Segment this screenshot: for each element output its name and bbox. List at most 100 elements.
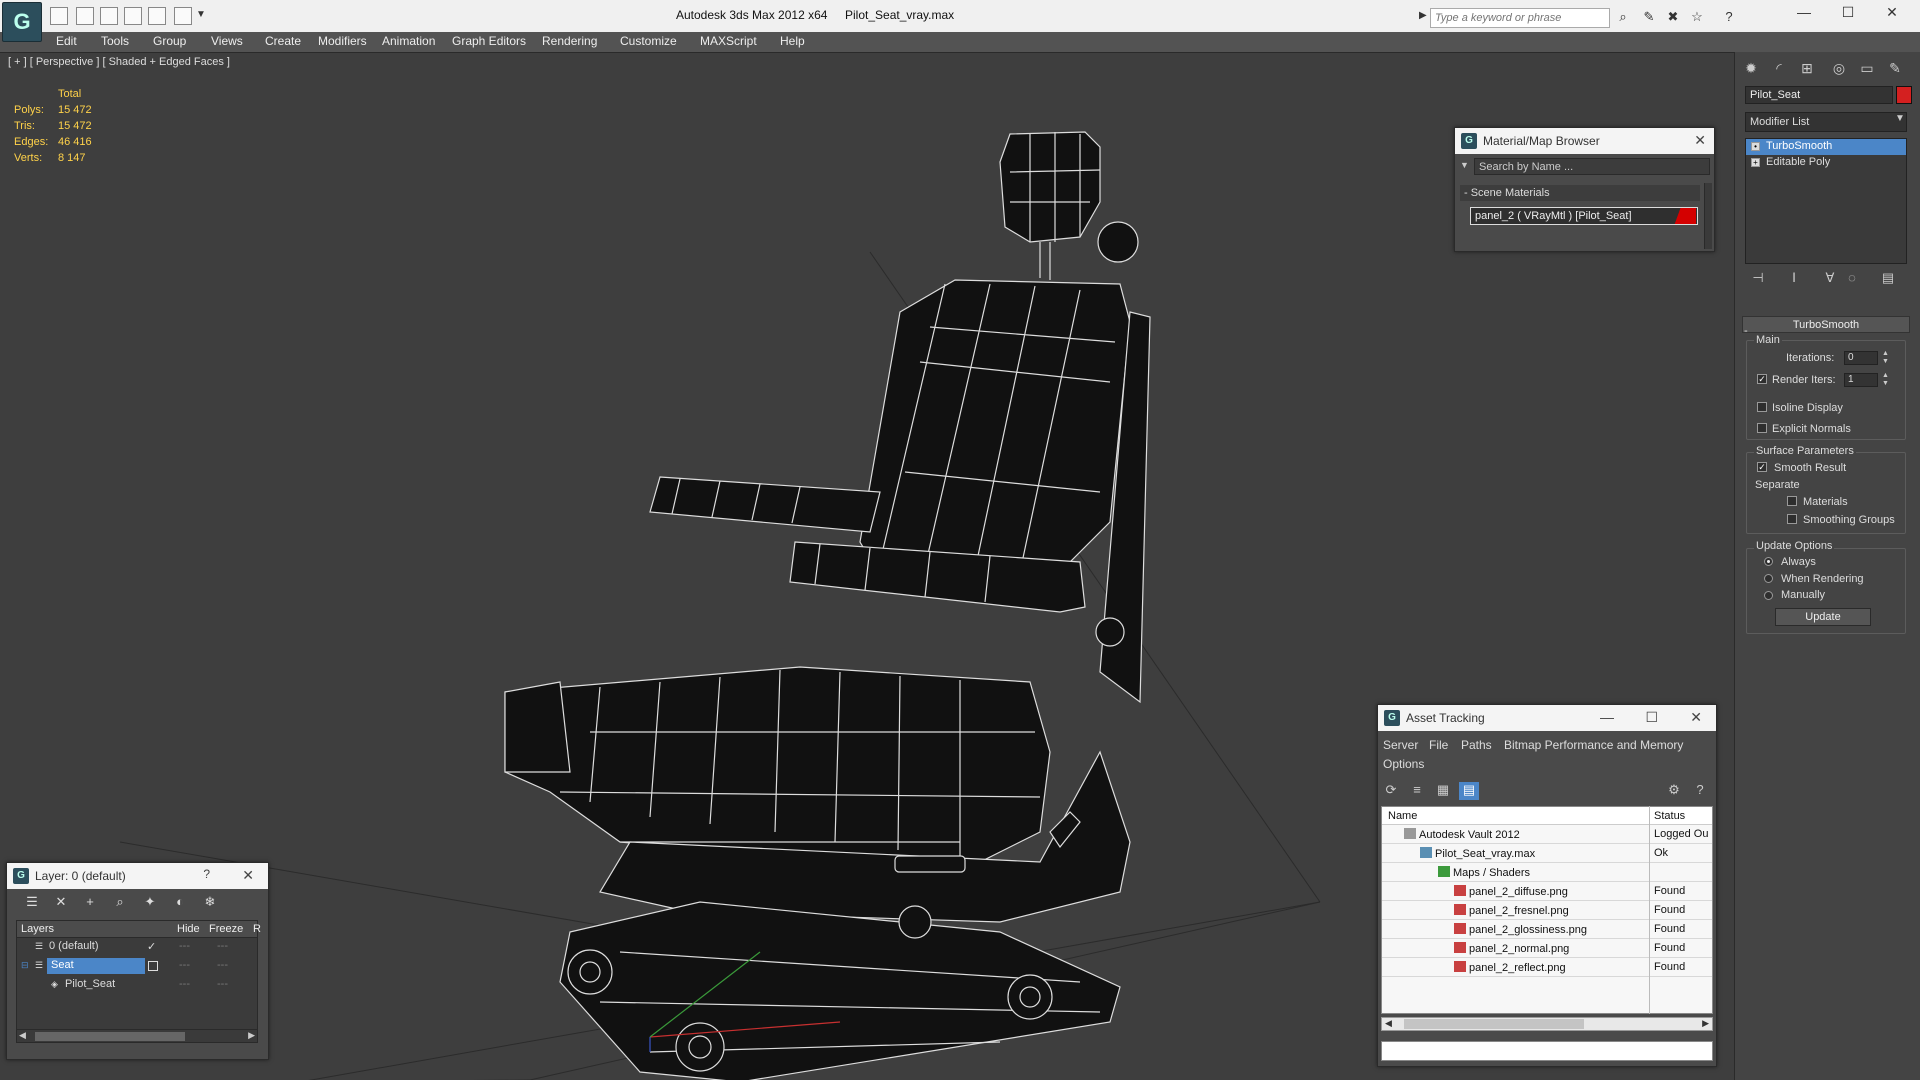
update-button[interactable]: Update <box>1775 608 1871 626</box>
table-row[interactable]: panel_2_reflect.png Found <box>1382 958 1712 977</box>
column-render[interactable]: R <box>253 923 261 935</box>
menu-animation[interactable]: Animation <box>382 34 435 48</box>
minimize-icon[interactable]: — <box>1600 709 1614 725</box>
provider-icon[interactable]: ⚙ <box>1664 782 1684 800</box>
create-tab-icon[interactable]: ✹ <box>1740 60 1762 82</box>
layer-dialog-title-bar[interactable]: G Layer: 0 (default) ? ✕ <box>7 863 268 889</box>
update-always-radio[interactable] <box>1764 557 1773 566</box>
at-menu-options[interactable]: Options <box>1383 757 1424 771</box>
make-unique-icon[interactable]: ∀ <box>1820 270 1840 288</box>
at-menu-server[interactable]: Server <box>1383 738 1418 752</box>
maximize-icon[interactable]: ☐ <box>1828 4 1868 26</box>
menu-edit[interactable]: Edit <box>56 34 77 48</box>
column-name[interactable]: Name <box>1388 810 1417 822</box>
lightbulb-icon[interactable]: • <box>1751 142 1760 151</box>
add-to-layer-icon[interactable]: + <box>80 894 100 912</box>
current-layer-checkbox[interactable] <box>148 961 158 971</box>
column-divider[interactable] <box>1649 806 1650 1014</box>
binoculars-icon[interactable]: ⌕ <box>1614 9 1632 25</box>
app-logo-icon[interactable]: G <box>2 2 42 42</box>
freeze-toggle[interactable]: --- <box>217 978 228 990</box>
table-row[interactable]: panel_2_glossiness.png Found <box>1382 920 1712 939</box>
collapse-icon[interactable]: ⊟ <box>21 960 29 971</box>
menu-maxscript[interactable]: MAXScript <box>700 34 757 48</box>
modifier-list-dropdown[interactable]: Modifier List <box>1745 112 1907 132</box>
hide-toggle[interactable]: --- <box>179 940 190 952</box>
list-view-icon[interactable]: ≡ <box>1407 782 1427 800</box>
turbosmooth-rollout-header[interactable]: TurboSmooth <box>1742 316 1910 333</box>
remove-modifier-icon[interactable]: ◌ <box>1842 270 1862 288</box>
explicit-normals-checkbox[interactable] <box>1757 423 1767 433</box>
layer-row-object[interactable]: ◈ Pilot_Seat --- --- <box>17 976 257 995</box>
table-row[interactable]: Autodesk Vault 2012 Logged Ou <box>1382 825 1712 844</box>
help-icon[interactable]: ? <box>1720 9 1738 25</box>
freeze-all-icon[interactable]: ❄ <box>200 894 220 912</box>
update-manually-radio[interactable] <box>1764 591 1773 600</box>
menu-graph-editors[interactable]: Graph Editors <box>452 34 526 48</box>
hide-toggle[interactable]: --- <box>179 959 190 971</box>
menu-help[interactable]: Help <box>780 34 805 48</box>
scroll-right-icon[interactable]: ▶ <box>1702 1018 1709 1029</box>
column-hide[interactable]: Hide <box>177 923 200 935</box>
column-status[interactable]: Status <box>1654 810 1685 822</box>
maximize-icon[interactable]: ☐ <box>1645 709 1658 726</box>
table-row[interactable]: Pilot_Seat_vray.max Ok <box>1382 844 1712 863</box>
stack-item-editable-poly[interactable]: + Editable Poly <box>1746 155 1906 171</box>
help-icon[interactable]: ? <box>203 867 210 881</box>
freeze-toggle[interactable]: --- <box>217 959 228 971</box>
fetch-icon[interactable] <box>174 7 192 25</box>
browser-scrollbar[interactable] <box>1704 183 1712 249</box>
menu-create[interactable]: Create <box>265 34 301 48</box>
display-tab-icon[interactable]: ▭ <box>1856 60 1878 82</box>
hierarchy-tab-icon[interactable]: ⊞ <box>1796 60 1818 82</box>
close-icon[interactable]: ✕ <box>1694 132 1706 149</box>
material-browser-title-bar[interactable]: G Material/Map Browser ✕ <box>1455 128 1714 154</box>
close-icon[interactable]: ✕ <box>1872 4 1912 26</box>
motion-tab-icon[interactable]: ◎ <box>1828 60 1850 82</box>
hide-all-icon[interactable]: ◐ <box>170 894 190 912</box>
menu-tools[interactable]: Tools <box>101 34 129 48</box>
configure-modifier-sets-icon[interactable]: ▤ <box>1878 270 1898 288</box>
subscription-icon[interactable]: ✎ <box>1640 9 1658 25</box>
at-menu-paths[interactable]: Paths <box>1461 738 1492 752</box>
asset-path-field[interactable] <box>1381 1041 1713 1061</box>
update-when-rendering-radio[interactable] <box>1764 574 1773 583</box>
highlight-layer-icon[interactable]: ✦ <box>140 894 160 912</box>
delete-layer-icon[interactable]: ✕ <box>51 894 71 912</box>
table-view-icon[interactable]: ▤ <box>1459 782 1479 800</box>
hold-icon[interactable] <box>148 7 166 25</box>
menu-modifiers[interactable]: Modifiers <box>318 34 367 48</box>
create-layer-icon[interactable]: ☰ <box>22 894 42 912</box>
hide-toggle[interactable]: --- <box>179 978 190 990</box>
chevron-down-icon[interactable]: ▼ <box>1893 113 1907 131</box>
isoline-display-checkbox[interactable] <box>1757 402 1767 412</box>
close-icon[interactable]: ✕ <box>242 867 254 884</box>
select-objects-icon[interactable]: ⌕ <box>110 894 130 912</box>
spinner-arrows-icon[interactable]: ▲ ▼ <box>1882 372 1889 388</box>
minimize-icon[interactable]: — <box>1784 4 1824 26</box>
menu-customize[interactable]: Customize <box>620 34 677 48</box>
layer-horizontal-scrollbar[interactable]: ◀ ▶ <box>16 1029 258 1043</box>
render-iters-spinner[interactable]: 1 <box>1844 373 1878 387</box>
table-row[interactable]: panel_2_diffuse.png Found <box>1382 882 1712 901</box>
material-item[interactable]: panel_2 ( VRayMtl ) [Pilot_Seat] <box>1470 207 1698 225</box>
scroll-right-icon[interactable]: ▶ <box>248 1030 255 1041</box>
object-name-field[interactable]: Pilot_Seat <box>1745 86 1893 104</box>
show-end-result-icon[interactable]: Ⅰ <box>1784 270 1804 288</box>
horizontal-scrollbar[interactable]: ◀ ▶ <box>1381 1017 1713 1031</box>
modify-tab-icon[interactable]: ◜ <box>1768 60 1790 82</box>
material-search-input[interactable]: Search by Name ... <box>1474 158 1710 175</box>
separate-smoothing-groups-checkbox[interactable] <box>1787 514 1797 524</box>
search-expand-icon[interactable]: ▶ <box>1419 10 1427 21</box>
menu-views[interactable]: Views <box>211 34 243 48</box>
separate-materials-checkbox[interactable] <box>1787 496 1797 506</box>
scroll-thumb[interactable] <box>1404 1019 1584 1029</box>
viewport-label[interactable]: [ + ] [ Perspective ] [ Shaded + Edged F… <box>8 56 230 68</box>
refresh-icon[interactable]: ⟳ <box>1381 782 1401 800</box>
utilities-tab-icon[interactable]: ✎ <box>1884 60 1906 82</box>
menu-rendering[interactable]: Rendering <box>542 34 597 48</box>
browser-options-icon[interactable]: ▼ <box>1460 160 1469 170</box>
search-input[interactable] <box>1430 8 1610 28</box>
favorites-star-icon[interactable]: ☆ <box>1688 9 1706 25</box>
communication-icon[interactable]: ✖ <box>1664 9 1682 25</box>
